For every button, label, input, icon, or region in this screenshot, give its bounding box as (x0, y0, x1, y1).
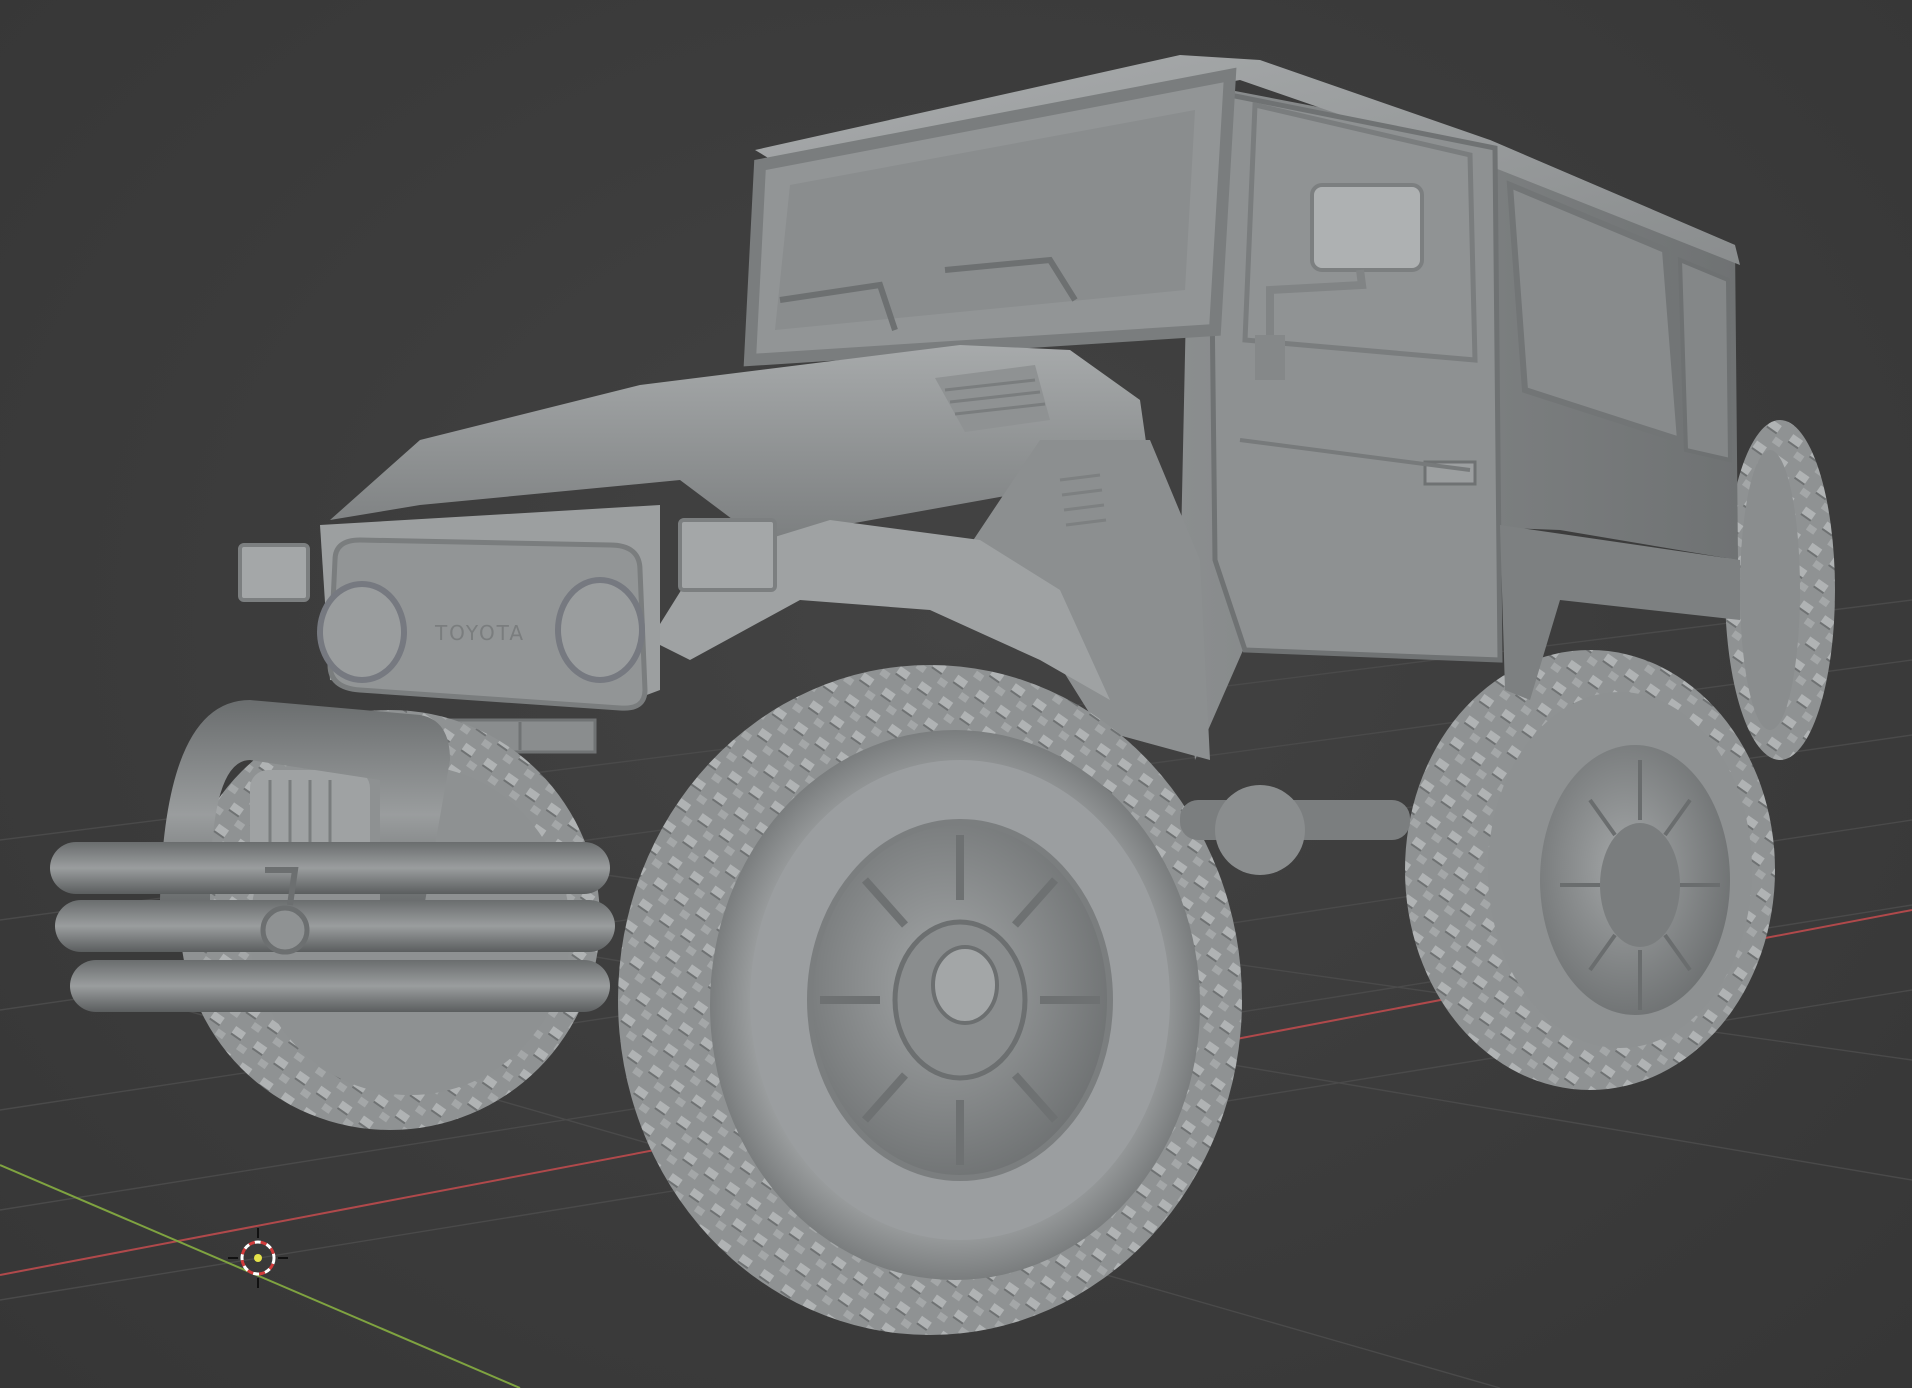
scene-canvas[interactable]: TOYOTA (0, 0, 1912, 1388)
rear-tire[interactable] (1405, 650, 1775, 1090)
spare-tire[interactable] (1725, 420, 1835, 760)
3d-viewport[interactable]: TOYOTA (0, 0, 1912, 1388)
y-axis-line (0, 1164, 521, 1388)
grille-emblem: TOYOTA (434, 621, 525, 645)
front-right-tire[interactable] (618, 665, 1242, 1335)
right-headlight (555, 577, 645, 683)
axle (1180, 785, 1410, 875)
3d-cursor-icon[interactable] (228, 1228, 288, 1288)
windshield[interactable] (743, 67, 1237, 367)
front-right-hub (931, 945, 999, 1025)
left-headlight (317, 581, 407, 683)
